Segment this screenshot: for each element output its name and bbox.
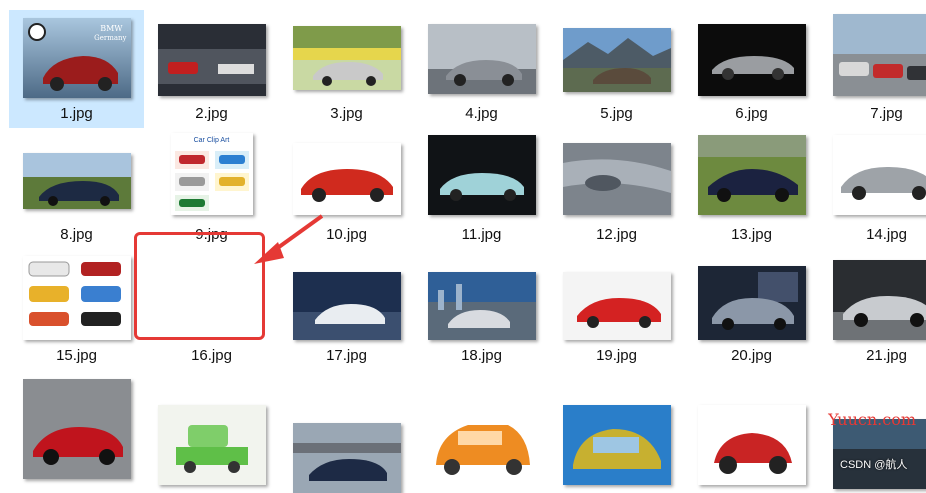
thumbnail: [293, 272, 401, 340]
thumbnail: [563, 272, 671, 340]
file-name: 2.jpg: [144, 105, 279, 122]
thumbnail: [293, 143, 401, 215]
file-tile-4[interactable]: 4.jpg: [414, 10, 549, 128]
thumbnail: [428, 272, 536, 340]
file-tile-13[interactable]: 13.jpg: [684, 131, 819, 249]
file-tile-25[interactable]: [414, 373, 549, 491]
file-name: 16.jpg: [144, 347, 279, 364]
file-tile-8[interactable]: 8.jpg: [9, 131, 144, 249]
thumbnail: [833, 419, 926, 489]
thumbnail: [428, 405, 536, 485]
file-tile-2[interactable]: 2.jpg: [144, 10, 279, 128]
file-tile-20[interactable]: 20.jpg: [684, 252, 819, 370]
bmw-subtitle: Germany: [94, 34, 126, 42]
file-tile-15[interactable]: 15.jpg: [9, 252, 144, 370]
file-tile-24[interactable]: [279, 373, 414, 491]
thumbnail: [698, 266, 806, 340]
csdn-watermark: CSDN @航人: [840, 456, 907, 472]
thumbnail: [698, 24, 806, 96]
thumbnail: [158, 24, 266, 96]
file-name: 20.jpg: [684, 347, 819, 364]
thumbnail: [428, 24, 536, 94]
file-tile-1[interactable]: BMW Germany 1.jpg: [9, 10, 144, 128]
file-tile-28[interactable]: [819, 373, 926, 491]
thumbnail: [698, 405, 806, 485]
thumbnail: [563, 143, 671, 215]
clipart-title: Car Clip Art: [171, 137, 253, 144]
thumbnail: [563, 405, 671, 485]
file-tile-6[interactable]: 6.jpg: [684, 10, 819, 128]
file-name: 5.jpg: [549, 105, 684, 122]
thumbnail: BMW Germany: [23, 18, 131, 98]
file-tile-12[interactable]: 12.jpg: [549, 131, 684, 249]
thumbnail: [428, 135, 536, 215]
bmw-title: BMW: [100, 24, 122, 33]
file-tile-22[interactable]: [9, 373, 144, 491]
file-name: 13.jpg: [684, 226, 819, 243]
thumbnail: [833, 260, 926, 340]
file-name: 6.jpg: [684, 105, 819, 122]
thumbnail: Car Clip Art: [171, 133, 253, 215]
file-tile-7[interactable]: 7.jpg: [819, 10, 926, 128]
thumbnail: [833, 135, 926, 215]
thumbnail: [158, 405, 266, 485]
annotation-highlight-box: [134, 232, 265, 340]
file-tile-3[interactable]: 3.jpg: [279, 10, 414, 128]
file-name: 17.jpg: [279, 347, 414, 364]
file-tile-5[interactable]: 5.jpg: [549, 10, 684, 128]
file-tile-19[interactable]: 19.jpg: [549, 252, 684, 370]
thumbnail: [698, 135, 806, 215]
file-tile-14[interactable]: 14.jpg: [819, 131, 926, 249]
file-name: 19.jpg: [549, 347, 684, 364]
watermark-text: Yuucn.com: [828, 410, 916, 429]
file-name: 4.jpg: [414, 105, 549, 122]
thumbnail: [23, 379, 131, 479]
file-name: 12.jpg: [549, 226, 684, 243]
thumbnail: [293, 423, 401, 493]
file-name: 11.jpg: [414, 226, 549, 243]
thumbnail: [563, 28, 671, 92]
file-name: 14.jpg: [819, 226, 926, 243]
thumbnail: [293, 26, 401, 90]
file-name: 8.jpg: [9, 226, 144, 243]
file-tile-21[interactable]: 21.jpg: [819, 252, 926, 370]
annotation-arrow-icon: [250, 212, 330, 272]
thumbnail: [23, 256, 131, 340]
file-tile-27[interactable]: [684, 373, 819, 491]
file-name: 7.jpg: [819, 105, 926, 122]
thumbnail: [833, 14, 926, 96]
thumbnail: [23, 153, 131, 209]
file-tile-23[interactable]: [144, 373, 279, 491]
file-tile-18[interactable]: 18.jpg: [414, 252, 549, 370]
file-name: 18.jpg: [414, 347, 549, 364]
file-name: 15.jpg: [9, 347, 144, 364]
file-name: 21.jpg: [819, 347, 926, 364]
file-name: 1.jpg: [9, 105, 144, 122]
file-tile-26[interactable]: [549, 373, 684, 491]
file-tile-11[interactable]: 11.jpg: [414, 131, 549, 249]
file-name: 3.jpg: [279, 105, 414, 122]
